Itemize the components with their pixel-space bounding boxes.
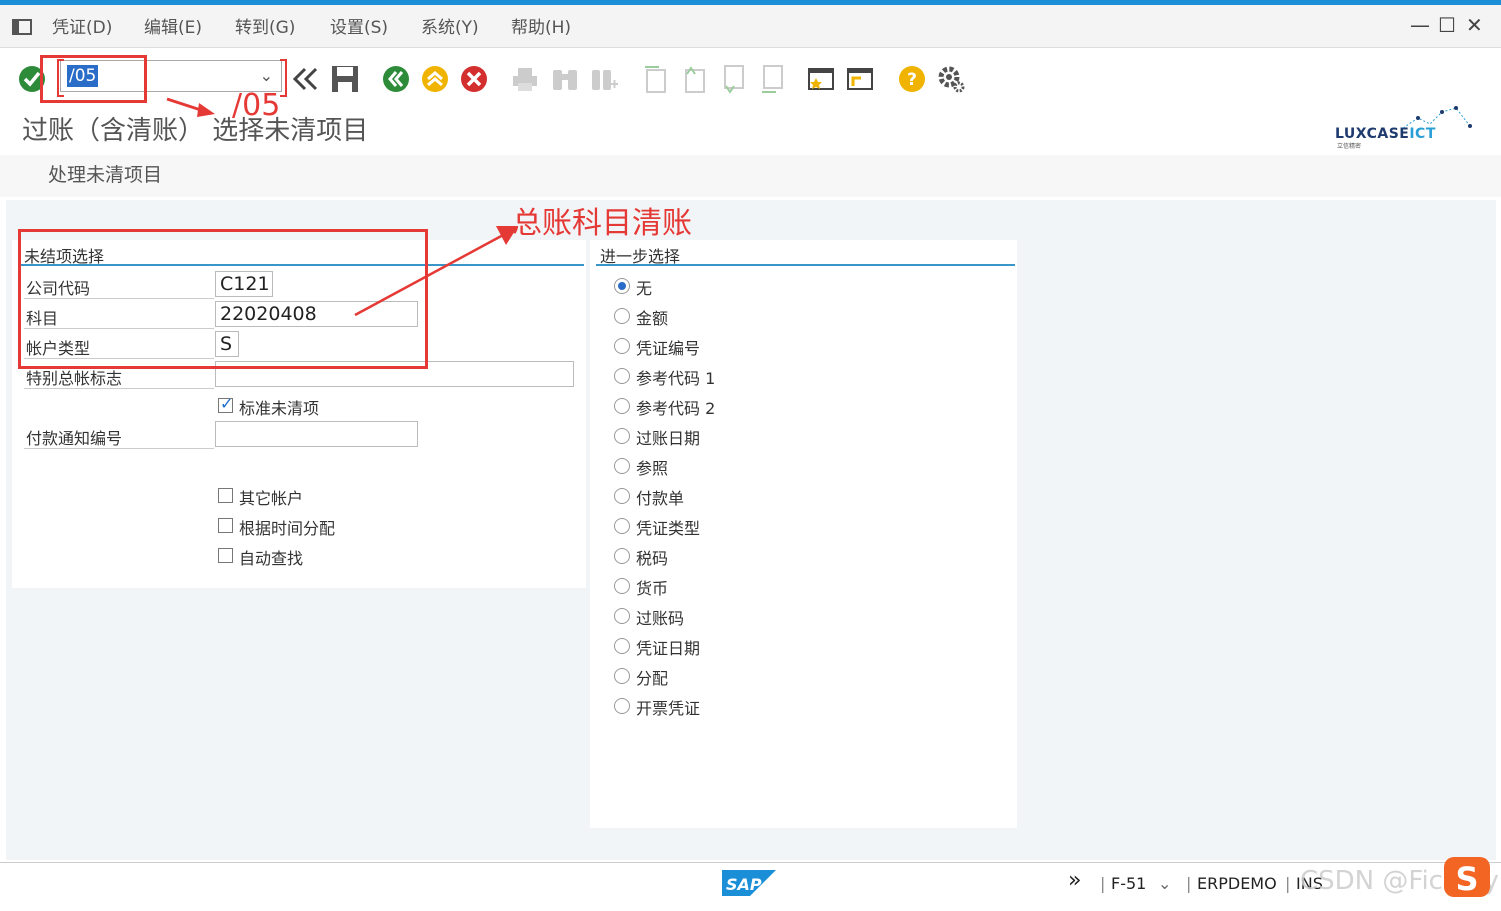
save-icon[interactable] xyxy=(330,64,360,94)
radio-option[interactable] xyxy=(614,368,630,384)
radio-option-label: 凭证编号 xyxy=(636,339,701,358)
radio-option-label: 开票凭证 xyxy=(636,699,701,718)
find-next-icon xyxy=(592,70,618,90)
annotation-arrow xyxy=(354,226,518,317)
menu-document[interactable]: 凭证(D) xyxy=(52,13,112,38)
menu-settings[interactable]: 设置(S) xyxy=(330,13,388,38)
create-session-icon[interactable] xyxy=(806,64,836,94)
status-separator: | xyxy=(1186,874,1192,893)
annotation-cmd-text: /05 xyxy=(232,88,281,123)
sogou-icon: S xyxy=(1444,857,1490,898)
standard-oi-label: 标准未清项 xyxy=(239,399,320,418)
logo-graphic xyxy=(1402,106,1472,129)
radio-option[interactable] xyxy=(614,518,630,534)
menu-goto[interactable]: 转到(G) xyxy=(235,13,295,38)
tcode-display: F-51 xyxy=(1111,874,1147,893)
shortcut-icon[interactable] xyxy=(845,64,875,94)
process-open-items-button[interactable]: 处理未清项目 xyxy=(48,160,162,187)
sap-logo: SAP xyxy=(722,870,776,896)
double-chevron-left-icon[interactable] xyxy=(291,64,321,94)
application-toolbar xyxy=(0,155,1501,197)
other-accounts-label: 其它帐户 xyxy=(239,489,304,508)
radio-option[interactable] xyxy=(614,488,630,504)
auto-search-label: 自动查找 xyxy=(239,549,304,568)
minimize-icon[interactable]: — xyxy=(1410,13,1430,37)
menu-icon[interactable] xyxy=(12,19,34,35)
radio-option-label: 参考代码 2 xyxy=(636,399,716,418)
radio-selected-dot xyxy=(618,282,626,290)
close-window-icon[interactable]: ✕ xyxy=(1466,13,1483,37)
chevron-down-icon[interactable]: ⌄ xyxy=(1158,874,1171,893)
radio-option-label: 过账码 xyxy=(636,609,685,628)
previous-page-icon xyxy=(685,66,705,93)
radio-option[interactable] xyxy=(614,578,630,594)
radio-option-label: 分配 xyxy=(636,669,669,688)
group-divider xyxy=(596,264,1015,266)
exit-icon[interactable] xyxy=(420,64,450,94)
distribute-by-age-checkbox[interactable] xyxy=(218,518,233,533)
next-page-icon xyxy=(724,65,744,94)
radio-option-label: 无 xyxy=(636,279,653,298)
radio-option[interactable] xyxy=(614,308,630,324)
help-icon[interactable]: ? xyxy=(897,64,927,94)
annotation-arrow xyxy=(166,97,215,117)
last-page-icon xyxy=(762,65,783,93)
radio-option-label: 参考代码 1 xyxy=(636,369,716,388)
label-underline xyxy=(24,388,214,389)
maximize-icon[interactable]: ☐ xyxy=(1438,13,1456,37)
back-icon[interactable] xyxy=(381,64,411,94)
radio-option-label: 付款单 xyxy=(636,489,685,508)
payment-advice-label: 付款通知编号 xyxy=(26,429,123,448)
svg-text:SAP: SAP xyxy=(726,875,762,894)
menu-edit[interactable]: 编辑(E) xyxy=(144,13,202,38)
system-display: ERPDEMO xyxy=(1197,874,1277,893)
radio-option[interactable] xyxy=(614,398,630,414)
radio-option-label: 凭证类型 xyxy=(636,519,701,538)
status-separator: | xyxy=(1100,874,1106,893)
annotation-gl-text: 总账科目清账 xyxy=(512,206,692,241)
radio-option-label: 凭证日期 xyxy=(636,639,701,658)
other-accounts-checkbox[interactable] xyxy=(218,488,233,503)
menu-bar: 凭证(D) 编辑(E) 转到(G) 设置(S) 系统(Y) 帮助(H) — ☐ … xyxy=(0,5,1501,48)
radio-option[interactable] xyxy=(614,278,630,294)
radio-option-label: 参照 xyxy=(636,459,669,478)
menu-system[interactable]: 系统(Y) xyxy=(421,13,479,38)
radio-option[interactable] xyxy=(614,698,630,714)
auto-search-checkbox[interactable] xyxy=(218,548,233,563)
standard-oi-checkbox[interactable]: ✓ xyxy=(218,394,233,413)
distribute-by-age-label: 根据时间分配 xyxy=(239,519,336,538)
cancel-icon[interactable] xyxy=(459,64,489,94)
first-page-icon xyxy=(645,66,666,93)
menu-help[interactable]: 帮助(H) xyxy=(511,13,571,38)
radio-option-label: 货币 xyxy=(636,579,669,598)
check-icon: ✓ xyxy=(220,394,234,413)
radio-option-label: 过账日期 xyxy=(636,429,701,448)
radio-option[interactable] xyxy=(614,668,630,684)
radio-option-label: 金额 xyxy=(636,309,669,328)
radio-option-label: 税码 xyxy=(636,549,669,568)
radio-option[interactable] xyxy=(614,338,630,354)
radio-option[interactable] xyxy=(614,458,630,474)
find-icon xyxy=(553,70,577,90)
radio-option[interactable] xyxy=(614,608,630,624)
radio-option[interactable] xyxy=(614,428,630,444)
double-chevron-right-icon[interactable]: » xyxy=(1068,868,1081,893)
svg-text:?: ? xyxy=(907,70,917,90)
payment-advice-input[interactable] xyxy=(215,421,418,447)
logo-subtext: 立信精密 xyxy=(1337,143,1362,150)
status-separator: | xyxy=(1285,874,1291,893)
radio-option[interactable] xyxy=(614,548,630,564)
label-underline xyxy=(24,448,214,449)
radio-option[interactable] xyxy=(614,638,630,654)
svg-text:S: S xyxy=(1455,860,1478,898)
print-icon xyxy=(513,68,537,91)
gear-icon[interactable] xyxy=(936,64,966,94)
